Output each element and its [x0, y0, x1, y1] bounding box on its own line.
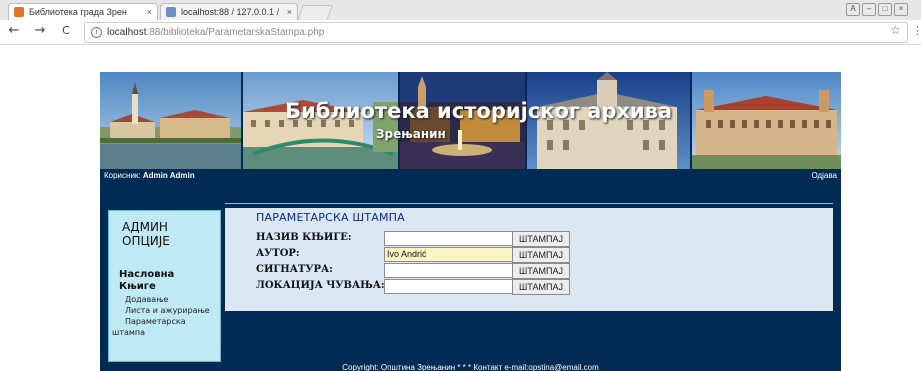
phpmyadmin-favicon-icon: [166, 7, 176, 17]
site-subtitle: Зрењанин: [376, 127, 446, 141]
sidebar-heading: АДМИН ОПЦИЈЕ: [122, 220, 170, 248]
print-by-title-button[interactable]: ШТАМПАЈ: [512, 231, 570, 247]
city-photo-church: [100, 72, 241, 169]
header-banner: Библиотека историјског архива Зрењанин: [100, 72, 841, 169]
maximize-window-icon[interactable]: □: [878, 3, 892, 16]
admin-sidebar: АДМИН ОПЦИЈЕ Насловна Књиге Додавање Лис…: [108, 210, 221, 362]
sidebar-link-parametric-print-cont[interactable]: штампа: [112, 328, 145, 338]
book-title-input[interactable]: [384, 231, 514, 246]
sidebar-link-add[interactable]: Додавање: [125, 295, 168, 305]
print-form-panel: ПАРАМЕТАРСКА ШТАМПА НАЗИВ КЊИГЕ: ШТАМПАЈ…: [225, 208, 833, 311]
minimize-window-icon[interactable]: –: [862, 3, 876, 16]
forward-icon[interactable]: →: [32, 23, 48, 39]
site-info-icon[interactable]: i: [91, 27, 102, 38]
browser-tab-bar: Библиотека града Зрен × localhost:88 / 1…: [0, 0, 921, 21]
tab-title: Библиотека града Зрен: [29, 7, 127, 17]
browser-tab-phpmyadmin[interactable]: localhost:88 / 127.0.0.1 / ×: [160, 3, 298, 20]
sidebar-section-books: Књиге: [119, 281, 156, 292]
logged-in-user: Корисник: Admin Admin: [104, 171, 195, 180]
content-divider: [225, 203, 833, 204]
sidebar-link-parametric-print[interactable]: Параметарска: [125, 317, 186, 327]
field-label: АУТОР:: [256, 248, 300, 259]
bookmark-star-icon[interactable]: ☆: [890, 23, 901, 37]
print-by-author-button[interactable]: ШТАМПАЈ: [512, 247, 570, 263]
field-label: ЛОКАЦИЈА ЧУВАЊА:: [256, 280, 385, 291]
close-tab-icon[interactable]: ×: [287, 4, 292, 20]
sidebar-section-home[interactable]: Насловна: [119, 269, 174, 281]
back-icon[interactable]: ←: [6, 23, 22, 39]
sidebar-link-list-update[interactable]: Листа и ажурирање: [125, 306, 210, 316]
site-title: Библиотека историјског архива: [285, 99, 673, 123]
browser-menu-icon[interactable]: ⋮: [912, 24, 921, 37]
new-tab-button[interactable]: [297, 5, 333, 21]
library-favicon-icon: [14, 7, 24, 17]
city-photo-court: [692, 72, 841, 169]
page-footer: Copyright: Општина Зрењанин * * * Контак…: [342, 363, 599, 371]
user-profile-icon[interactable]: A: [846, 3, 860, 16]
field-label: СИГНАТУРА:: [256, 264, 333, 275]
print-by-signature-button[interactable]: ШТАМПАЈ: [512, 263, 570, 279]
browser-tab-library[interactable]: Библиотека града Зрен ×: [8, 3, 158, 20]
browser-address-bar: ← → C i localhost:88/biblioteka/Parameta…: [0, 20, 921, 45]
signature-input[interactable]: [384, 263, 514, 278]
tab-title: localhost:88 / 127.0.0.1 /: [181, 7, 280, 17]
user-bar: Корисник: Admin Admin Одјава: [100, 169, 841, 183]
url-text: localhost:88/biblioteka/ParametarskaStam…: [107, 27, 325, 38]
field-label: НАЗИВ КЊИГЕ:: [256, 232, 352, 243]
form-title: ПАРАМЕТАРСКА ШТАМПА: [256, 211, 405, 224]
close-tab-icon[interactable]: ×: [147, 4, 152, 20]
close-window-icon[interactable]: ×: [894, 3, 908, 16]
logout-link[interactable]: Одјава: [811, 169, 837, 183]
page-container: Библиотека историјског архива Зрењанин К…: [100, 72, 841, 371]
reload-icon[interactable]: C: [58, 23, 74, 39]
storage-location-input[interactable]: [384, 279, 514, 294]
print-by-location-button[interactable]: ШТАМПАЈ: [512, 279, 570, 295]
url-input[interactable]: i localhost:88/biblioteka/ParametarskaSt…: [84, 22, 908, 43]
author-input[interactable]: Ivo Andrić: [384, 247, 514, 262]
